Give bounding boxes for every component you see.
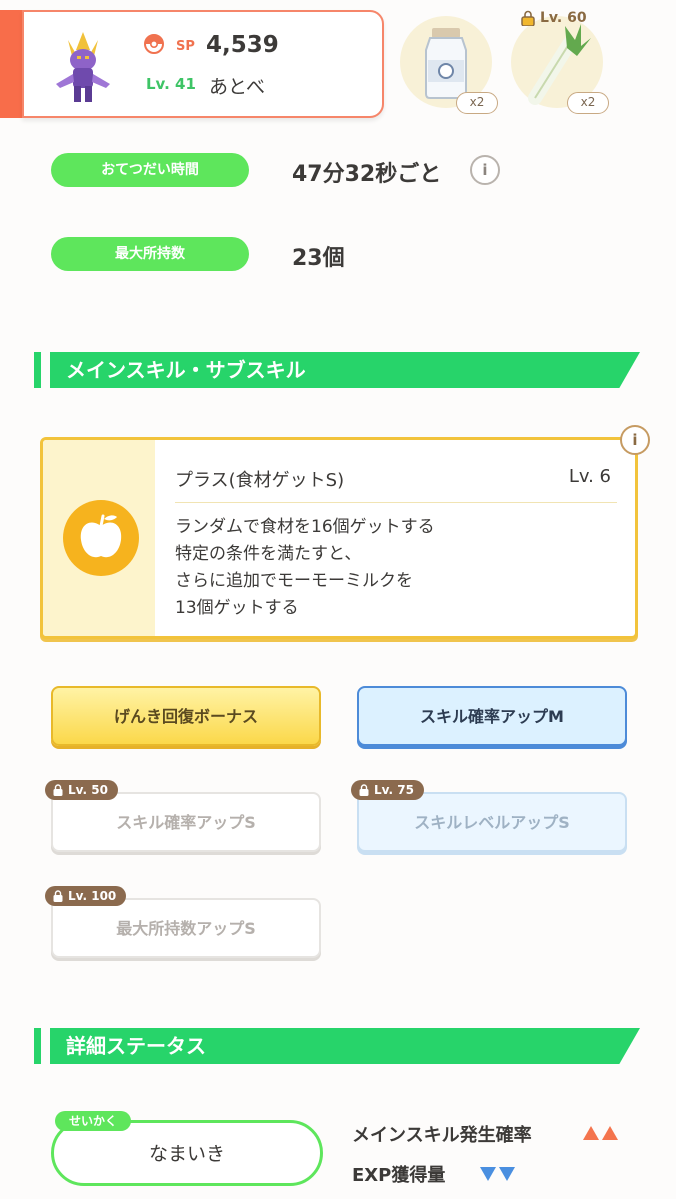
locked-sub-skill-button[interactable]: 最大所持数アップS [51, 898, 321, 958]
lock-level-text: Lv. 100 [68, 889, 117, 903]
sub-skill-button[interactable]: げんき回復ボーナス [51, 686, 321, 746]
pokemon-card[interactable]: SP 4,539 Lv. 41 あとべ [22, 10, 384, 118]
skill-desc-line: 13個ゲットする [175, 598, 299, 618]
ingredient-count: x2 [456, 92, 498, 114]
up-triangle-icon [602, 1126, 618, 1140]
lock-level-tag: Lv. 75 [351, 780, 424, 800]
main-skill-card[interactable]: プラス(食材ゲットS) Lv. 6 ランダムで食材を16個ゲットする 特定の条件… [40, 437, 638, 639]
skill-icon-panel [43, 440, 155, 636]
help-time-value: 47分32秒ごと [292, 162, 442, 187]
down-triangle-icon [499, 1167, 515, 1181]
lock-icon [53, 784, 63, 796]
main-skill-level: Lv. 6 [568, 466, 611, 487]
lock-icon [521, 10, 535, 26]
sub-skill-button[interactable]: スキル確率アップM [357, 686, 627, 746]
sp-label: SP [176, 39, 195, 54]
help-time-label: おてつだい時間 [51, 153, 249, 187]
pokeball-icon [144, 34, 164, 54]
help-time-info-icon[interactable]: i [470, 155, 500, 185]
nature-down-stat: EXP獲得量 [352, 1165, 446, 1186]
lock-level-tag: Lv. 50 [45, 780, 118, 800]
skill-desc-line: 特定の条件を満たすと、 [175, 544, 362, 564]
down-triangle-icon [480, 1167, 496, 1181]
sp-value: 4,539 [206, 32, 279, 58]
main-skill-description: ランダムで食材を16個ゲットする 特定の条件を満たすと、 さらに追加でモーモーミ… [175, 514, 435, 622]
down-arrows-icon [480, 1167, 515, 1181]
pokemon-level: Lv. 41 [146, 75, 196, 93]
main-skill-title: プラス(食材ゲットS) [175, 470, 345, 491]
skills-section-title: メインスキル・サブスキル [50, 352, 640, 388]
details-section-title: 詳細ステータス [50, 1028, 640, 1064]
pokemon-name: あとべ [209, 76, 266, 98]
ingredient-slot-2[interactable]: Lv. 60 x2 [511, 10, 609, 114]
up-triangle-icon [583, 1126, 599, 1140]
divider [175, 502, 617, 503]
main-skill-info-icon[interactable]: i [620, 425, 650, 455]
lock-icon [53, 890, 63, 902]
ingredient-slot-1[interactable]: x2 [400, 16, 498, 114]
skill-desc-line: さらに追加でモーモーミルクを [175, 571, 413, 591]
section-marker [34, 1028, 41, 1064]
skill-desc-line: ランダムで食材を16個ゲットする [175, 517, 435, 537]
ingredient-count: x2 [567, 92, 609, 114]
section-marker [34, 352, 41, 388]
lock-level-text: Lv. 50 [68, 783, 108, 797]
lock-icon [359, 784, 369, 796]
ingredient-lock: Lv. 60 [521, 10, 587, 26]
max-carry-value: 23個 [292, 246, 345, 271]
apple-icon [80, 514, 122, 558]
locked-sub-skill-button[interactable]: スキル確率アップS [51, 792, 321, 852]
nature-up-stat: メインスキル発生確率 [352, 1125, 532, 1146]
skill-icon-badge [63, 500, 139, 576]
lock-level-tag: Lv. 100 [45, 886, 127, 906]
up-arrows-icon [583, 1126, 618, 1140]
lock-level-text: Lv. 75 [374, 783, 414, 797]
pokemon-portrait [56, 32, 110, 102]
locked-sub-skill-button[interactable]: スキルレベルアップS [357, 792, 627, 852]
max-carry-label: 最大所持数 [51, 237, 249, 271]
nature-tag: せいかく [55, 1111, 132, 1131]
ingredient-lock-level: Lv. 60 [540, 10, 587, 26]
